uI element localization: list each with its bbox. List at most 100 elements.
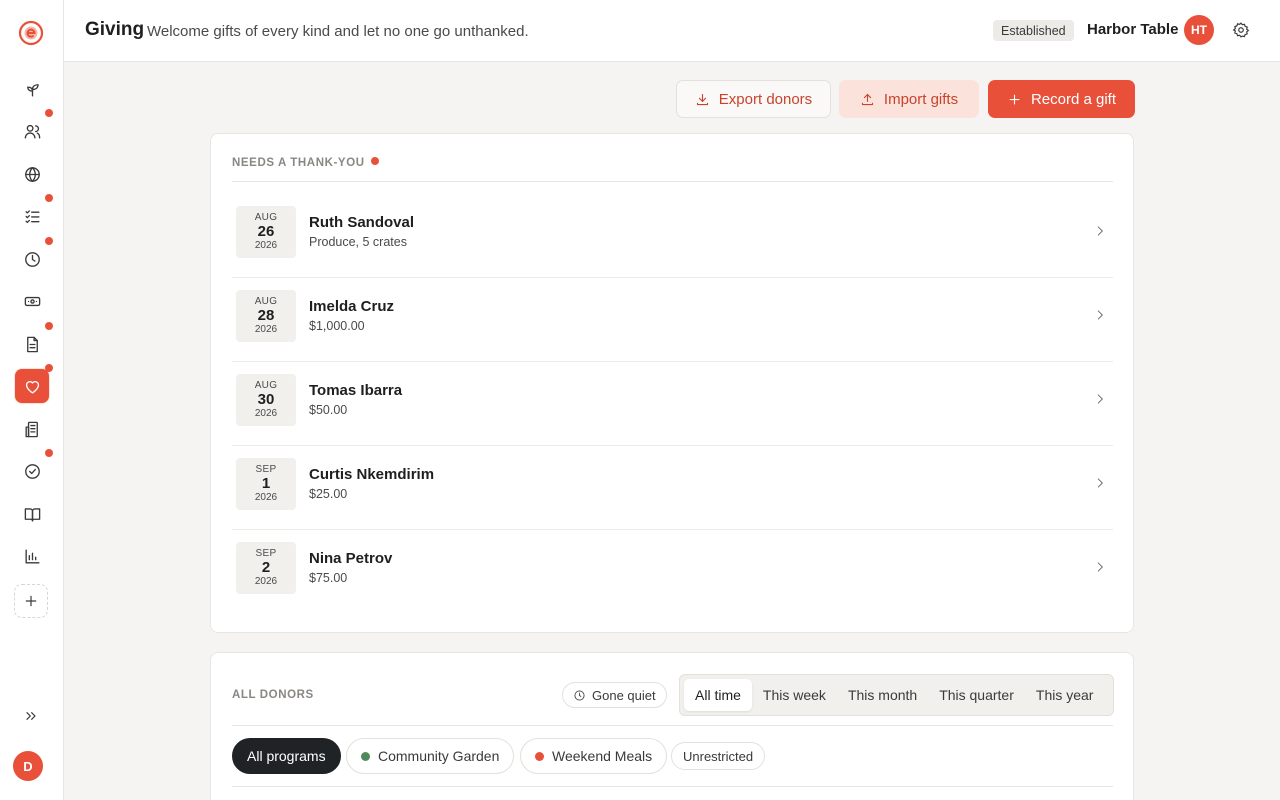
gift-row[interactable]: SEP 1 2026 Curtis Nkemdirim $25.00 <box>232 446 1113 530</box>
period-this-quarter[interactable]: This quarter <box>928 679 1025 711</box>
gift-row[interactable]: AUG 30 2026 Tomas Ibarra $50.00 <box>232 362 1113 446</box>
program-color-dot <box>535 751 544 761</box>
nav-library[interactable] <box>14 496 50 532</box>
chevron-right-icon <box>1093 476 1107 490</box>
gift-description: $75.00 <box>309 571 348 585</box>
export-donors-label: Export donors <box>718 90 813 108</box>
donor-name: Tomas Ibarra <box>309 382 403 399</box>
gift-description: Produce, 5 crates <box>309 235 407 249</box>
bar-chart-icon <box>24 548 40 564</box>
gift-row[interactable]: AUG 26 2026 Ruth Sandoval Produce, 5 cra… <box>232 194 1113 278</box>
nav-giving[interactable] <box>14 364 53 404</box>
program-chip-weekend-meals[interactable]: Weekend Meals <box>520 738 668 774</box>
add-nav-button[interactable] <box>14 584 48 618</box>
all-donors-label: ALL DONORS <box>232 689 314 701</box>
record-gift-button[interactable]: Record a gift <box>988 80 1135 118</box>
chevrons-right-icon <box>26 712 36 720</box>
date-day: 2 <box>261 559 271 576</box>
date-day: 28 <box>257 307 275 324</box>
donor-name: Curtis Nkemdirim <box>309 466 435 483</box>
donor-name: Imelda Cruz <box>309 298 395 315</box>
attention-dot <box>370 157 379 165</box>
program-chip-community-garden[interactable]: Community Garden <box>346 738 515 774</box>
donor-name: Ruth Sandoval <box>309 214 415 231</box>
download-icon <box>696 93 708 105</box>
page-title: Giving <box>85 19 145 40</box>
notification-dot <box>45 237 53 245</box>
thank-you-label: NEEDS A THANK-YOU <box>232 157 365 169</box>
nav-network[interactable] <box>14 156 50 192</box>
period-all-time[interactable]: All time <box>684 679 752 711</box>
nav-documents[interactable] <box>14 322 53 362</box>
program-chip-label: All programs <box>247 748 326 764</box>
export-donors-button[interactable]: Export donors <box>676 80 831 118</box>
notification-dot <box>45 322 53 330</box>
gift-row[interactable]: SEP 2 2026 Nina Petrov $75.00 <box>232 530 1113 614</box>
notification-dot <box>45 109 53 117</box>
nav-organizations[interactable] <box>14 411 50 447</box>
period-this-week[interactable]: This week <box>752 679 837 711</box>
nav-finance[interactable] <box>14 283 50 319</box>
period-this-month[interactable]: This month <box>837 679 928 711</box>
program-chip-label: Weekend Meals <box>552 748 653 764</box>
date-year: 2026 <box>254 492 278 503</box>
org-avatar[interactable]: HT <box>1184 15 1214 45</box>
nav-people[interactable] <box>14 109 53 149</box>
program-chip-label: Community Garden <box>378 748 500 764</box>
date-badge: AUG 26 2026 <box>236 206 296 258</box>
notification-dot <box>45 194 53 202</box>
donor-name: Nina Petrov <box>309 550 393 567</box>
expand-sidebar-button[interactable] <box>22 707 40 725</box>
user-avatar[interactable]: D <box>13 751 43 781</box>
check-circle-icon <box>24 463 40 479</box>
sidebar: D <box>0 0 64 800</box>
notification-dot <box>45 364 53 372</box>
org-name[interactable]: Harbor Table <box>1087 21 1178 38</box>
nav-reports[interactable] <box>14 538 50 574</box>
date-badge: AUG 30 2026 <box>236 374 296 426</box>
date-year: 2026 <box>254 576 278 587</box>
program-chip-label: Unrestricted <box>683 748 754 764</box>
date-month: AUG <box>254 296 278 307</box>
gift-description: $50.00 <box>309 403 348 417</box>
date-badge: SEP 1 2026 <box>236 458 296 510</box>
program-chip-all[interactable]: All programs <box>232 738 341 774</box>
date-badge: AUG 28 2026 <box>236 290 296 342</box>
date-day: 30 <box>257 391 275 408</box>
notification-dot <box>45 449 53 457</box>
clock-icon <box>24 251 40 267</box>
date-month: SEP <box>255 464 277 475</box>
thank-you-heading: NEEDS A THANK-YOU <box>232 157 379 169</box>
gift-row[interactable]: AUG 28 2026 Imelda Cruz $1,000.00 <box>232 278 1113 362</box>
gear-icon <box>1232 22 1250 38</box>
divider <box>232 725 1113 726</box>
thank-you-card: NEEDS A THANK-YOU AUG 26 2026 Ruth Sando… <box>210 133 1134 633</box>
import-gifts-button[interactable]: Import gifts <box>839 80 979 118</box>
users-icon <box>24 124 40 139</box>
sprout-icon <box>26 83 39 97</box>
all-donors-card: ALL DONORS Gone quiet All time This week… <box>210 652 1134 800</box>
nav-tasks[interactable] <box>14 194 53 234</box>
import-gifts-label: Import gifts <box>883 90 959 108</box>
date-day: 1 <box>261 475 271 492</box>
date-year: 2026 <box>254 408 278 419</box>
nav-approvals[interactable] <box>14 449 53 489</box>
nav-time[interactable] <box>14 237 53 277</box>
date-year: 2026 <box>254 240 278 251</box>
date-day: 26 <box>257 223 275 240</box>
gift-description: $25.00 <box>309 487 348 501</box>
settings-button[interactable] <box>1232 21 1250 39</box>
program-chip-unrestricted[interactable]: Unrestricted <box>671 742 766 770</box>
plus-icon <box>25 595 37 607</box>
record-gift-label: Record a gift <box>1030 90 1117 108</box>
date-badge: SEP 2 2026 <box>236 542 296 594</box>
gone-quiet-filter[interactable]: Gone quiet <box>562 682 667 708</box>
gift-description: $1,000.00 <box>309 319 365 333</box>
building-icon <box>24 421 38 437</box>
nav-sprout[interactable] <box>14 71 50 107</box>
date-month: AUG <box>254 212 278 223</box>
document-icon <box>26 336 38 352</box>
app-logo[interactable] <box>18 20 44 46</box>
period-selector: All time This week This month This quart… <box>679 674 1114 716</box>
period-this-year[interactable]: This year <box>1025 679 1105 711</box>
